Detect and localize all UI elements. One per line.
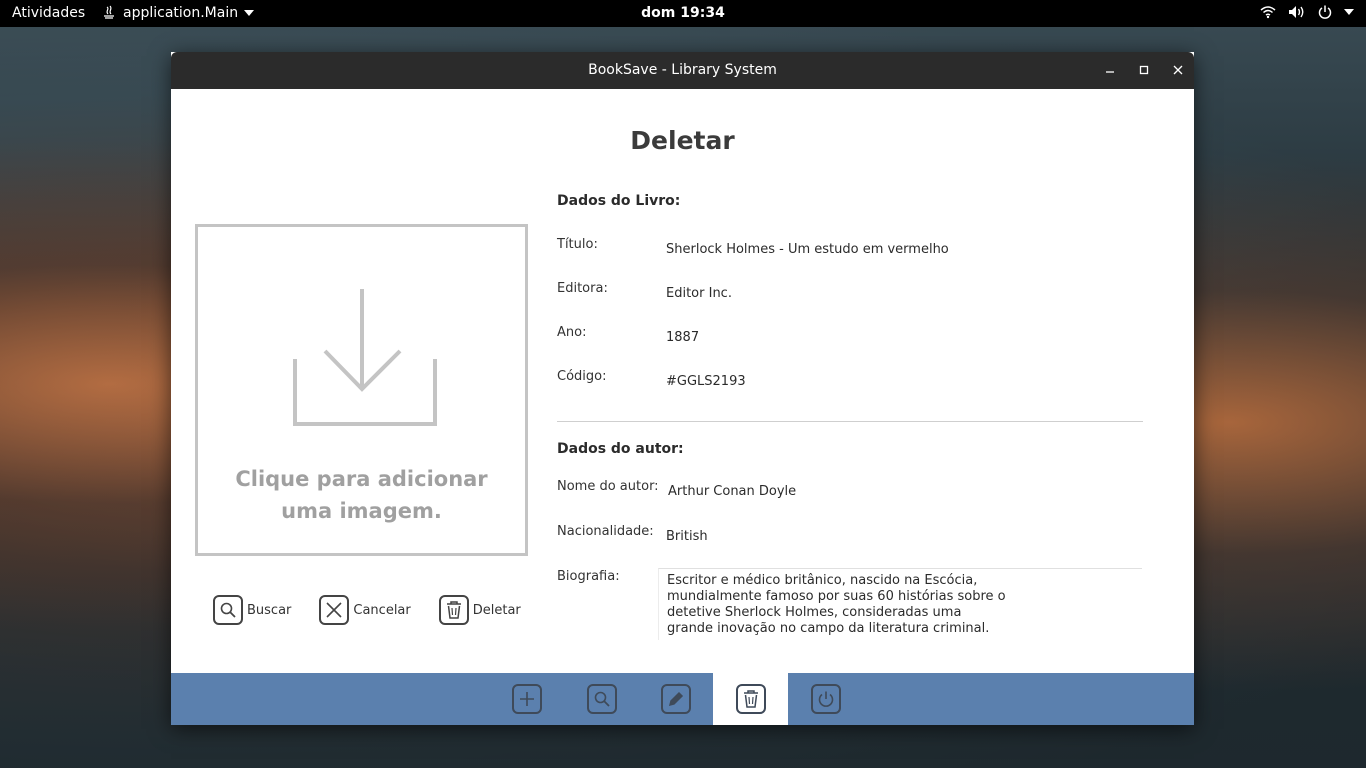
year-label: Ano: (557, 325, 587, 340)
image-dropzone[interactable]: Clique para adicionar uma imagem. (195, 224, 528, 556)
page-title: Deletar (630, 126, 735, 155)
delete-button[interactable]: Deletar (438, 595, 521, 625)
nav-edit-button[interactable] (638, 673, 713, 725)
nav-delete-button[interactable] (713, 673, 788, 725)
biography-label: Biografia: (557, 569, 620, 584)
title-value: Sherlock Holmes - Um estudo em vermelho (666, 242, 949, 257)
trash-icon (438, 595, 469, 625)
minimize-icon (1106, 71, 1114, 73)
author-name-label: Nome do autor: (557, 479, 659, 494)
trash-icon (735, 684, 766, 714)
biography-text[interactable]: Escritor e médico britânico, nascido na … (658, 568, 1142, 640)
delete-button-label: Deletar (472, 602, 521, 618)
code-value: #GGLS2193 (666, 374, 746, 389)
maximize-button[interactable] (1134, 60, 1154, 80)
add-icon (511, 684, 542, 714)
download-icon (293, 289, 437, 426)
search-button-label: Buscar (247, 602, 292, 618)
volume-icon (1289, 6, 1304, 18)
section-divider (557, 421, 1143, 422)
nav-search-button[interactable] (564, 673, 639, 725)
cancel-button-label: Cancelar (353, 602, 411, 618)
book-section-heading: Dados do Livro: (557, 193, 681, 209)
edit-icon (660, 684, 691, 714)
nationality-value: British (666, 529, 708, 544)
close-icon (319, 595, 350, 625)
search-icon (586, 684, 617, 714)
maximize-icon (1139, 65, 1149, 75)
clock[interactable]: dom 19:34 (0, 5, 1366, 21)
biography-value: Escritor e médico britânico, nascido na … (667, 573, 1006, 636)
chevron-down-icon (1344, 9, 1354, 15)
year-value: 1887 (666, 330, 700, 345)
close-icon (1173, 65, 1183, 75)
bottom-navbar (171, 673, 1194, 725)
author-name-value: Arthur Conan Doyle (668, 484, 797, 499)
top-panel: Atividades application.Main dom 19:34 (0, 0, 1366, 27)
power-icon (810, 684, 841, 714)
close-button[interactable] (1168, 60, 1188, 80)
title-label: Título: (557, 237, 598, 252)
minimize-button[interactable] (1100, 60, 1120, 80)
search-button[interactable]: Buscar (213, 595, 291, 625)
search-icon (213, 595, 243, 625)
window-title: BookSave - Library System (588, 62, 777, 78)
nav-add-button[interactable] (489, 673, 564, 725)
window-titlebar[interactable]: BookSave - Library System (171, 52, 1194, 89)
code-label: Código: (557, 369, 607, 384)
booksave-window: BookSave - Library System Deletar Clique… (171, 52, 1194, 725)
publisher-value: Editor Inc. (666, 286, 732, 301)
nav-power-button[interactable] (788, 673, 863, 725)
cancel-button[interactable]: Cancelar (319, 595, 411, 625)
system-tray[interactable] (1260, 5, 1354, 19)
dropzone-label: Clique para adicionar uma imagem. (235, 467, 488, 523)
publisher-label: Editora: (557, 281, 608, 296)
author-section-heading: Dados do autor: (557, 441, 684, 457)
nationality-label: Nacionalidade: (557, 524, 654, 539)
power-icon (1318, 5, 1332, 19)
wifi-icon (1260, 6, 1276, 19)
